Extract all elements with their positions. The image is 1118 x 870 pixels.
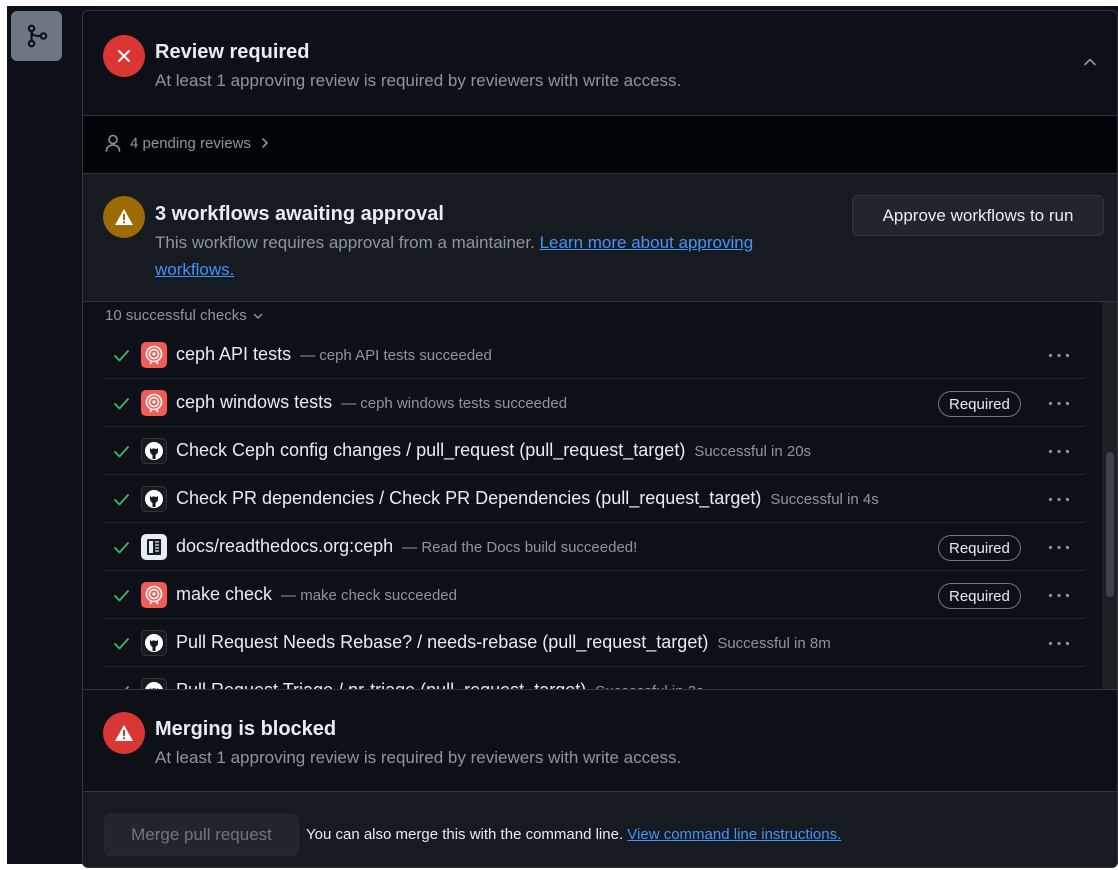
check-row[interactable]: Pull Request Triage / pr-triage (pull_re…	[103, 667, 1085, 689]
check-row[interactable]: Check PR dependencies / Check PR Depende…	[103, 475, 1085, 523]
check-icon	[114, 350, 129, 362]
chevron-up-icon[interactable]	[1081, 53, 1099, 71]
github-logo-icon	[141, 630, 167, 656]
github-logo-icon	[141, 678, 167, 689]
check-row[interactable]: ceph windows tests — ceph windows tests s…	[103, 379, 1085, 427]
workflows-description: This workflow requires approval from a m…	[155, 233, 754, 279]
check-detail: Successful in 8m	[717, 635, 831, 652]
review-required-description: At least 1 approving review is required …	[155, 71, 682, 90]
check-detail: — Read the Docs build succeeded!	[402, 539, 638, 556]
person-icon	[105, 134, 121, 152]
check-detail: Successful in 20s	[694, 443, 812, 460]
merging-blocked-description: At least 1 approving review is required …	[155, 748, 682, 767]
check-name: Pull Request Triage / pr-triage (pull_re…	[176, 680, 704, 689]
timeline-gutter	[7, 6, 81, 864]
kebab-menu-icon[interactable]	[1048, 353, 1070, 358]
check-name: Check Ceph config changes / pull_request…	[176, 440, 812, 460]
merging-blocked-section: Merging is blocked At least 1 approving …	[83, 690, 1117, 792]
check-icon	[114, 398, 129, 410]
check-icon	[114, 590, 129, 602]
checks-list: 10 successful checks ceph API tests — cep…	[83, 302, 1117, 690]
check-icon	[114, 542, 129, 554]
kebab-menu-icon[interactable]	[1048, 593, 1070, 598]
merge-footer: Merge pull request You can also merge th…	[83, 792, 1117, 867]
kebab-menu-icon[interactable]	[1048, 497, 1070, 502]
kebab-menu-icon[interactable]	[1048, 641, 1070, 646]
merge-status-panel: Review required At least 1 approving rev…	[82, 10, 1118, 868]
kebab-menu-icon[interactable]	[1048, 401, 1070, 406]
github-logo-icon	[141, 438, 167, 464]
check-icon	[114, 638, 129, 650]
check-icon	[114, 446, 129, 458]
review-required-section: Review required At least 1 approving rev…	[83, 11, 1117, 116]
pending-reviews-label: 4 pending reviews	[130, 134, 251, 152]
check-name: Pull Request Needs Rebase? / needs-rebas…	[176, 632, 831, 652]
check-name: ceph API tests — ceph API tests succeeded	[176, 344, 492, 364]
ceph-logo-icon	[141, 582, 167, 608]
check-name: ceph windows tests — ceph windows tests s…	[176, 392, 568, 412]
required-badge: Required	[938, 583, 1021, 609]
pending-reviews-section: 4 pending reviews	[83, 116, 1117, 174]
ceph-logo-icon	[141, 342, 167, 368]
chevron-down-icon	[253, 313, 262, 319]
check-row[interactable]: Check Ceph config changes / pull_request…	[103, 427, 1085, 475]
check-row[interactable]: docs/readthedocs.org:ceph — Read the Docs…	[103, 523, 1085, 571]
workflows-title: 3 workflows awaiting approval	[155, 203, 444, 225]
scrollbar-thumb[interactable]	[1106, 452, 1114, 597]
check-name: docs/readthedocs.org:ceph — Read the Docs…	[176, 536, 638, 556]
check-row[interactable]: Pull Request Needs Rebase? / needs-rebas…	[103, 619, 1085, 667]
x-icon	[103, 35, 145, 77]
check-detail: — ceph API tests succeeded	[300, 347, 492, 364]
merge-hint: You can also merge this with the command…	[306, 826, 842, 843]
check-detail: — ceph windows tests succeeded	[341, 395, 568, 412]
required-badge: Required	[938, 391, 1021, 417]
alert-icon	[103, 196, 145, 238]
merge-pull-request-button[interactable]: Merge pull request	[104, 814, 299, 856]
command-line-instructions-link[interactable]: View command line instructions.	[627, 826, 841, 843]
check-detail: — make check succeeded	[281, 587, 457, 604]
checks-summary: 10 successful checks	[105, 307, 247, 324]
chevron-right-icon	[262, 138, 268, 148]
check-icon	[114, 494, 129, 506]
readthedocs-logo-icon	[141, 534, 167, 560]
check-icon	[125, 686, 129, 689]
check-name: Check PR dependencies / Check PR Depende…	[176, 488, 879, 508]
pending-reviews-link[interactable]: 4 pending reviews	[105, 134, 270, 152]
check-row[interactable]: ceph API tests — ceph API tests succeeded	[103, 331, 1085, 379]
scrollbar[interactable]	[1102, 302, 1117, 689]
required-badge: Required	[938, 535, 1021, 561]
review-required-title: Review required	[155, 41, 310, 63]
merging-blocked-title: Merging is blocked	[155, 718, 337, 740]
check-name: make check — make check succeeded	[176, 584, 457, 604]
workflows-approval-section: 3 workflows awaiting approval This workf…	[83, 174, 1117, 302]
git-merge-icon	[11, 11, 62, 61]
alert-icon	[103, 712, 145, 754]
ceph-logo-icon	[141, 390, 167, 416]
approve-workflows-button[interactable]: Approve workflows to run	[852, 195, 1104, 236]
kebab-menu-icon[interactable]	[1048, 545, 1070, 550]
check-detail: Successful in 4s	[770, 491, 879, 508]
github-logo-icon	[141, 486, 167, 512]
check-row[interactable]: make check — make check succeeded Required	[103, 571, 1085, 619]
check-detail: Successful in 3s	[595, 683, 703, 689]
checks-toggle[interactable]: 10 successful checks	[105, 307, 264, 324]
merge-box-frame: Review required At least 1 approving rev…	[7, 6, 1118, 868]
kebab-menu-icon[interactable]	[1048, 449, 1070, 454]
